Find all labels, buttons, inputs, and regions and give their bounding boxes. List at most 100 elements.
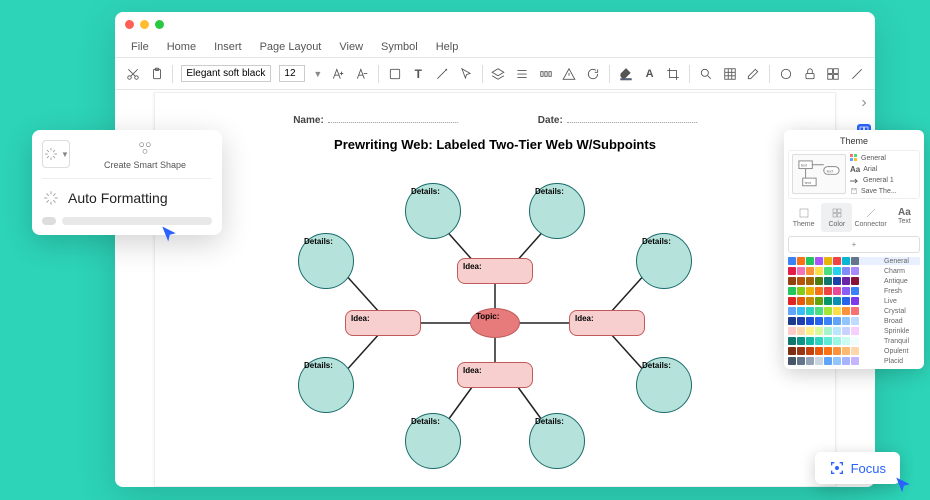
font-size-select[interactable] (279, 65, 305, 82)
canvas[interactable]: Name: Date: Prewriting Web: Labeled Two-… (154, 92, 836, 487)
theme-meta-font: AaArial (850, 165, 916, 174)
cursor-icon (160, 225, 178, 243)
auto-formatting-button[interactable]: Auto Formatting (42, 189, 212, 207)
paste-icon[interactable] (149, 66, 165, 82)
minimize-icon[interactable] (140, 20, 149, 29)
theme-panel: Theme texttexttext General AaArial Gener… (784, 130, 924, 369)
warning-icon[interactable] (562, 66, 578, 82)
palette-row[interactable]: Charm (788, 267, 920, 275)
create-smart-shape-button[interactable]: Create Smart Shape (78, 140, 212, 170)
node-details[interactable]: Details: (636, 233, 692, 289)
node-details[interactable]: Details: (405, 183, 461, 239)
field-row: Name: Date: (293, 115, 697, 126)
node-details[interactable]: Details: (298, 233, 354, 289)
palette-row[interactable]: Placid (788, 357, 920, 365)
node-details[interactable]: Details: (529, 183, 585, 239)
menu-page-layout[interactable]: Page Layout (260, 41, 322, 53)
menu-symbol[interactable]: Symbol (381, 41, 418, 53)
lock-icon[interactable] (802, 66, 818, 82)
separator (769, 65, 770, 83)
smart-shape-icon[interactable]: ▼ (42, 140, 70, 168)
rotate-icon[interactable] (585, 66, 601, 82)
date-label: Date: (538, 115, 563, 126)
layers-icon[interactable] (491, 66, 507, 82)
node-idea[interactable]: Idea: (457, 362, 533, 388)
svg-text:text: text (801, 164, 808, 168)
node-details[interactable]: Details: (405, 413, 461, 469)
cursor-icon (894, 476, 912, 494)
auto-formatting-slider[interactable] (42, 217, 212, 225)
node-details[interactable]: Details: (636, 357, 692, 413)
pointer-icon[interactable] (458, 66, 474, 82)
cut-icon[interactable] (125, 66, 141, 82)
table-icon[interactable] (722, 66, 738, 82)
separator (689, 65, 690, 83)
palette-row[interactable]: Antique (788, 277, 920, 285)
theme-title: Theme (788, 134, 920, 150)
shape-icon[interactable] (387, 66, 403, 82)
palette-row[interactable]: Sprinkle (788, 327, 920, 335)
menu-help[interactable]: Help (436, 41, 459, 53)
add-palette-button[interactable]: + (788, 236, 920, 253)
text-color-icon[interactable]: A (642, 66, 658, 82)
node-idea[interactable]: Idea: (457, 258, 533, 284)
name-label: Name: (293, 115, 324, 126)
menu-file[interactable]: File (131, 41, 149, 53)
diagram[interactable]: Topic: Idea: Idea: Idea: Idea: Details: … (280, 163, 710, 483)
separator (482, 65, 483, 83)
palette-row[interactable]: General (788, 257, 920, 265)
font-decrease-icon[interactable] (354, 66, 370, 82)
node-details[interactable]: Details: (298, 357, 354, 413)
theme-meta-connector: General 1 (850, 177, 916, 184)
theme-preview: texttexttext General AaArial General 1 S… (788, 150, 920, 199)
text-tool-icon[interactable]: T (410, 66, 426, 82)
theme-meta-general: General (850, 154, 916, 162)
distribute-icon[interactable] (538, 66, 554, 82)
node-details[interactable]: Details: (529, 413, 585, 469)
date-field[interactable] (567, 122, 697, 123)
node-idea[interactable]: Idea: (569, 310, 645, 336)
theme-save-button[interactable]: Save The... (850, 187, 916, 195)
menu-view[interactable]: View (339, 41, 363, 53)
menu-insert[interactable]: Insert (214, 41, 242, 53)
fill-color-icon[interactable] (618, 66, 634, 82)
palette-row[interactable]: Opulent (788, 347, 920, 355)
search-icon[interactable] (698, 66, 714, 82)
toolbar: ▼ T A (115, 58, 875, 90)
app-window: File Home Insert Page Layout View Symbol… (115, 12, 875, 487)
palette-row[interactable]: Crystal (788, 307, 920, 315)
node-topic[interactable]: Topic: (470, 308, 520, 338)
edit-icon[interactable] (746, 66, 762, 82)
tab-text[interactable]: AaText (889, 203, 920, 232)
palette-row[interactable]: Live (788, 297, 920, 305)
palette-row[interactable]: Fresh (788, 287, 920, 295)
circle-tool-icon[interactable] (778, 66, 794, 82)
connector-icon[interactable] (434, 66, 450, 82)
auto-formatting-panel: ▼ Create Smart Shape Auto Formatting (32, 130, 222, 235)
crop-icon[interactable] (665, 66, 681, 82)
palette-row[interactable]: Broad (788, 317, 920, 325)
rail-expand-icon[interactable] (857, 96, 871, 110)
grid-icon[interactable] (826, 66, 842, 82)
tab-theme[interactable]: Theme (788, 203, 819, 232)
theme-tabs: Theme Color Connector AaText (788, 203, 920, 232)
separator (378, 65, 379, 83)
font-select[interactable] (181, 65, 271, 82)
svg-text:text: text (827, 169, 834, 173)
node-idea[interactable]: Idea: (345, 310, 421, 336)
tab-connector[interactable]: Connector (854, 203, 886, 232)
palette-row[interactable]: Tranquil (788, 337, 920, 345)
more-icon[interactable] (849, 66, 865, 82)
close-icon[interactable] (125, 20, 134, 29)
tab-color[interactable]: Color (821, 203, 852, 232)
name-field[interactable] (328, 122, 458, 123)
font-increase-icon[interactable] (330, 66, 346, 82)
maximize-icon[interactable] (155, 20, 164, 29)
align-icon[interactable] (514, 66, 530, 82)
separator (172, 65, 173, 83)
theme-thumbnail[interactable]: texttexttext (792, 154, 846, 194)
titlebar (115, 12, 875, 36)
palette-list: General Charm Antique Fresh Live Crystal Broad… (788, 257, 920, 365)
menu-home[interactable]: Home (167, 41, 196, 53)
focus-button[interactable]: Focus (815, 452, 900, 484)
